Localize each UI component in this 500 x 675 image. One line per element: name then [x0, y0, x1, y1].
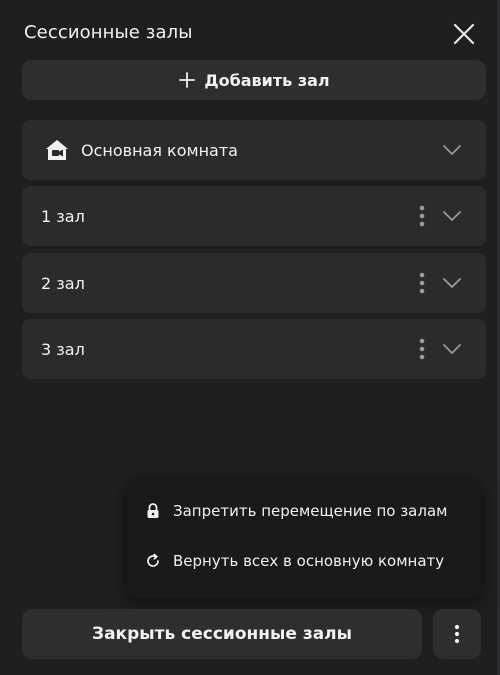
room-item[interactable]: 2 зал [22, 253, 486, 313]
panel-title: Сессионные залы [24, 22, 193, 43]
chevron-down-icon[interactable] [440, 271, 464, 295]
plus-icon [179, 72, 196, 88]
menu-item-label: Запретить перемещение по залам [173, 502, 448, 520]
add-room-button[interactable]: Добавить зал [22, 60, 486, 100]
main-room-item[interactable]: Основная комната [22, 120, 486, 180]
session-rooms-panel: Сессионные залы Добавить зал Основная ко… [0, 0, 500, 675]
more-vertical-icon[interactable] [412, 335, 432, 363]
room-item[interactable]: 3 зал [22, 319, 486, 379]
chevron-down-icon[interactable] [440, 138, 464, 162]
more-options-button[interactable] [433, 609, 481, 659]
chevron-down-icon[interactable] [440, 337, 464, 361]
main-room-label: Основная комната [81, 140, 238, 160]
chevron-down-icon[interactable] [440, 204, 464, 228]
room-label: 3 зал [41, 339, 85, 359]
menu-item-return-all[interactable]: Вернуть всех в основную комнату [127, 541, 481, 581]
more-vertical-icon [454, 624, 460, 644]
close-session-rooms-label: Закрыть сессионные залы [92, 624, 352, 644]
refresh-icon [145, 553, 161, 569]
close-button[interactable] [448, 18, 480, 50]
close-session-rooms-button[interactable]: Закрыть сессионные залы [22, 609, 422, 659]
close-icon [453, 23, 475, 45]
room-label: 1 зал [41, 206, 85, 226]
more-options-menu: Запретить перемещение по залам Вернуть в… [127, 478, 481, 598]
menu-item-label: Вернуть всех в основную комнату [173, 552, 445, 570]
home-icon [44, 138, 70, 162]
more-vertical-icon[interactable] [412, 269, 432, 297]
more-vertical-icon[interactable] [412, 202, 432, 230]
menu-item-lock-movement[interactable]: Запретить перемещение по залам [127, 491, 481, 531]
lock-icon [145, 503, 161, 519]
room-item[interactable]: 1 зал [22, 186, 486, 246]
add-room-label: Добавить зал [204, 70, 330, 90]
room-label: 2 зал [41, 273, 85, 293]
